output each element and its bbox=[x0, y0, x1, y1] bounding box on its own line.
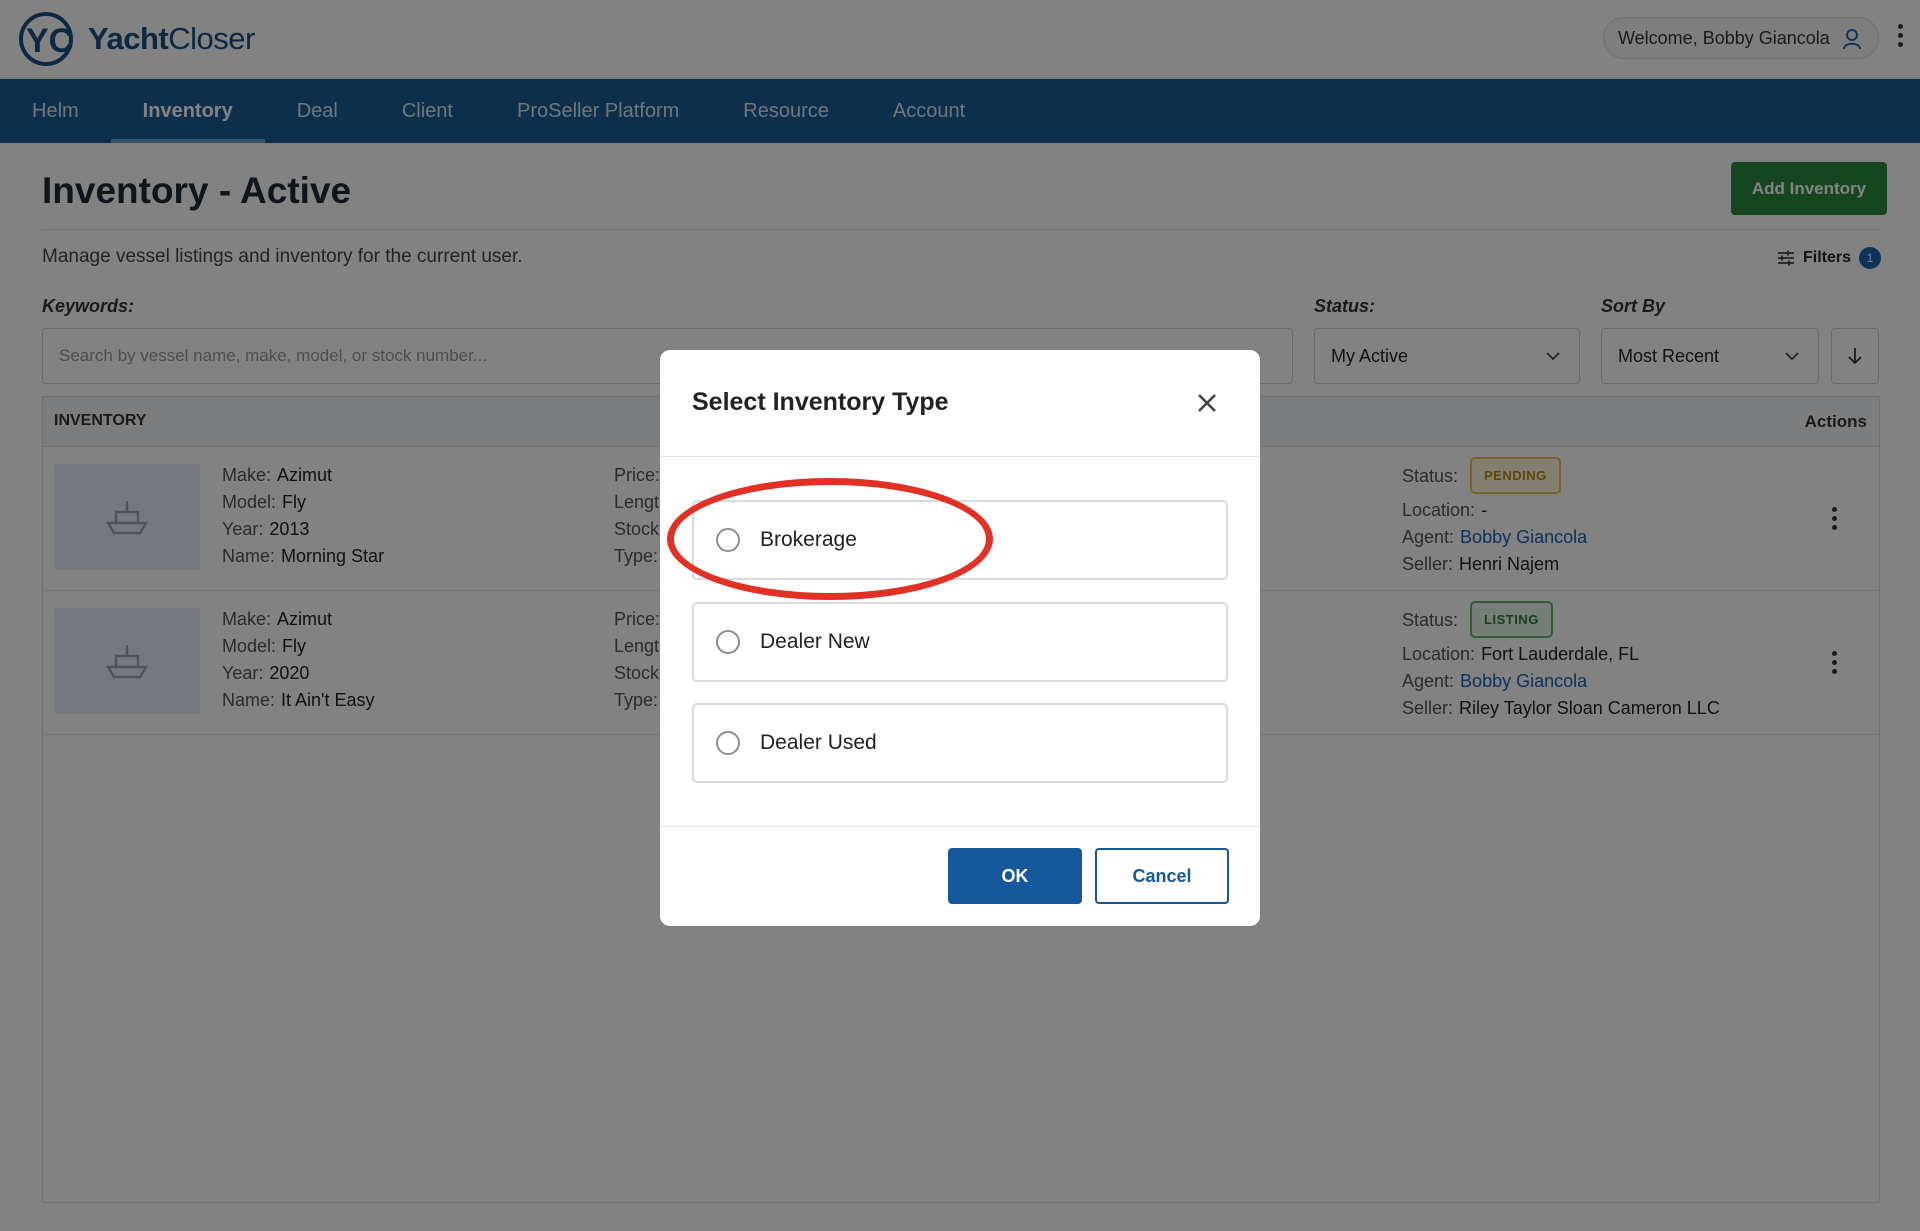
modal-divider bbox=[660, 826, 1260, 827]
close-icon[interactable] bbox=[1192, 388, 1222, 418]
cancel-button[interactable]: Cancel bbox=[1095, 848, 1229, 904]
modal-title: Select Inventory Type bbox=[692, 388, 949, 416]
radio-button[interactable] bbox=[716, 731, 740, 755]
option-dealer-new[interactable]: Dealer New bbox=[692, 602, 1228, 682]
option-label: Dealer Used bbox=[760, 731, 877, 754]
highlight-annotation bbox=[667, 478, 993, 600]
modal-divider bbox=[660, 456, 1260, 457]
radio-button[interactable] bbox=[716, 630, 740, 654]
option-label: Dealer New bbox=[760, 630, 870, 653]
select-inventory-type-dialog: Select Inventory Type Brokerage Dealer N… bbox=[660, 350, 1260, 926]
option-dealer-used[interactable]: Dealer Used bbox=[692, 703, 1228, 783]
ok-button[interactable]: OK bbox=[948, 848, 1082, 904]
